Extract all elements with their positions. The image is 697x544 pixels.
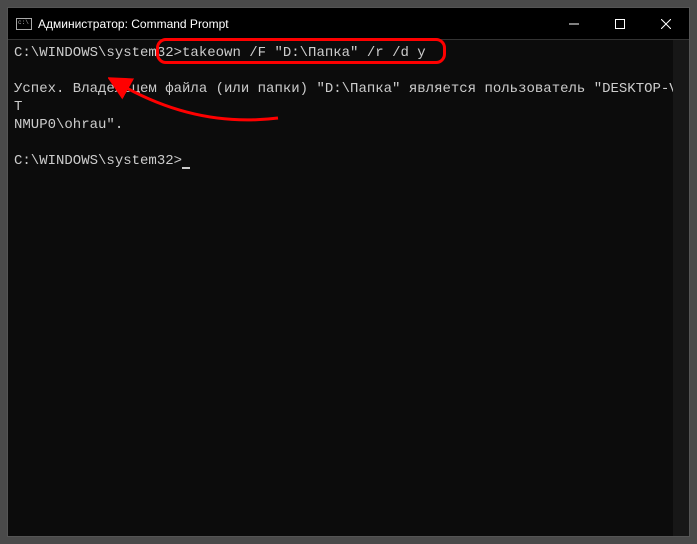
- output-text: Успех. Владельцем файла (или папки) "D:\…: [14, 81, 678, 115]
- scrollbar[interactable]: [673, 40, 689, 536]
- maximize-button[interactable]: [597, 8, 643, 39]
- titlebar[interactable]: Администратор: Command Prompt: [8, 8, 689, 40]
- cmd-icon: [16, 18, 32, 30]
- command-prompt-window: Администратор: Command Prompt C:\WINDOWS…: [7, 7, 690, 537]
- output-text: NMUP0\ohrau".: [14, 117, 123, 133]
- command-text: takeown /F "D:\Папка" /r /d y: [182, 45, 426, 61]
- prompt: C:\WINDOWS\system32>: [14, 45, 182, 61]
- cursor: [182, 167, 190, 169]
- minimize-button[interactable]: [551, 8, 597, 39]
- close-button[interactable]: [643, 8, 689, 39]
- terminal-area[interactable]: C:\WINDOWS\system32>takeown /F "D:\Папка…: [8, 40, 689, 536]
- window-title: Администратор: Command Prompt: [38, 17, 551, 31]
- prompt: C:\WINDOWS\system32>: [14, 153, 182, 169]
- window-controls: [551, 8, 689, 39]
